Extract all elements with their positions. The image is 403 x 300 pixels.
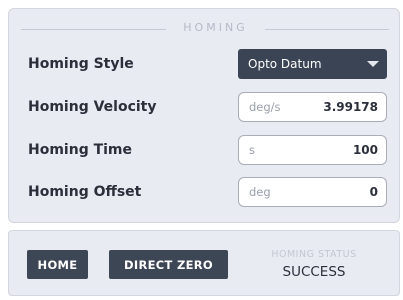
section-title: HOMING <box>183 21 248 34</box>
homing-offset-label: Homing Offset <box>28 184 142 200</box>
homing-style-label: Homing Style <box>28 56 134 72</box>
homing-status-value: SUCCESS <box>282 264 346 280</box>
homing-panel: HOMING Homing Style Opto Datum Homing Ve… <box>8 8 400 223</box>
homing-velocity-value: 3.99178 <box>323 100 378 114</box>
header-divider-right <box>265 29 389 30</box>
homing-style-value: Opto Datum <box>248 57 322 71</box>
homing-time-value: 100 <box>352 143 378 157</box>
homing-offset-input[interactable]: deg 0 <box>238 177 387 207</box>
homing-style-select[interactable]: Opto Datum <box>238 49 387 79</box>
homing-velocity-unit: deg/s <box>249 100 281 114</box>
homing-time-input[interactable]: s 100 <box>238 135 387 165</box>
home-button[interactable]: HOME <box>27 250 88 279</box>
homing-offset-unit: deg <box>249 185 271 199</box>
homing-status-label: HOMING STATUS <box>271 249 357 260</box>
homing-footer: HOME DIRECT ZERO HOMING STATUS SUCCESS <box>8 230 400 296</box>
chevron-down-icon <box>367 61 379 67</box>
homing-time-label: Homing Time <box>28 142 133 158</box>
homing-offset-value: 0 <box>369 185 378 199</box>
homing-velocity-input[interactable]: deg/s 3.99178 <box>238 92 387 122</box>
header-divider-left <box>21 29 166 30</box>
homing-time-unit: s <box>249 143 255 157</box>
direct-zero-button[interactable]: DIRECT ZERO <box>109 250 228 279</box>
section-header: HOMING <box>9 21 399 37</box>
homing-velocity-label: Homing Velocity <box>28 99 157 115</box>
